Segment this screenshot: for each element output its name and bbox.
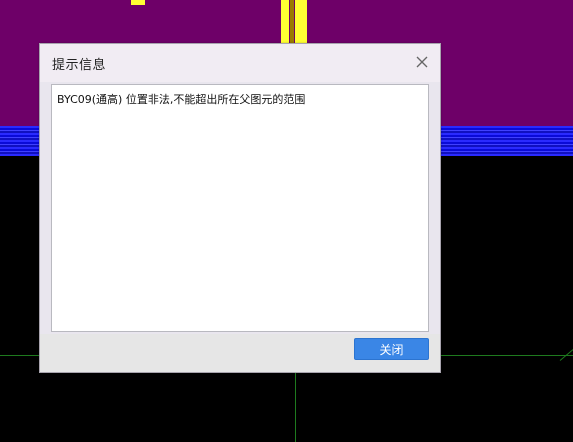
message-textarea[interactable]: BYC09(通高) 位置非法,不能超出所在父图元的范围 (51, 84, 429, 332)
message-dialog: 提示信息 BYC09(通高) 位置非法,不能超出所在父图元的范围 关闭 (39, 43, 441, 373)
dialog-title: 提示信息 (52, 58, 107, 73)
yellow-column-gap (290, 0, 294, 44)
cad-canvas[interactable]: 提示信息 BYC09(通高) 位置非法,不能超出所在父图元的范围 关闭 (0, 0, 573, 442)
dialog-header: 提示信息 (40, 44, 440, 82)
message-text: BYC09(通高) 位置非法,不能超出所在父图元的范围 (57, 93, 306, 106)
close-button[interactable]: 关闭 (354, 338, 429, 360)
dialog-footer: 关闭 (40, 334, 440, 372)
grid-axis-vertical (295, 372, 296, 442)
yellow-column-left (281, 0, 289, 44)
yellow-marker (131, 0, 145, 5)
close-icon[interactable] (414, 54, 430, 70)
yellow-column-right (295, 0, 307, 44)
